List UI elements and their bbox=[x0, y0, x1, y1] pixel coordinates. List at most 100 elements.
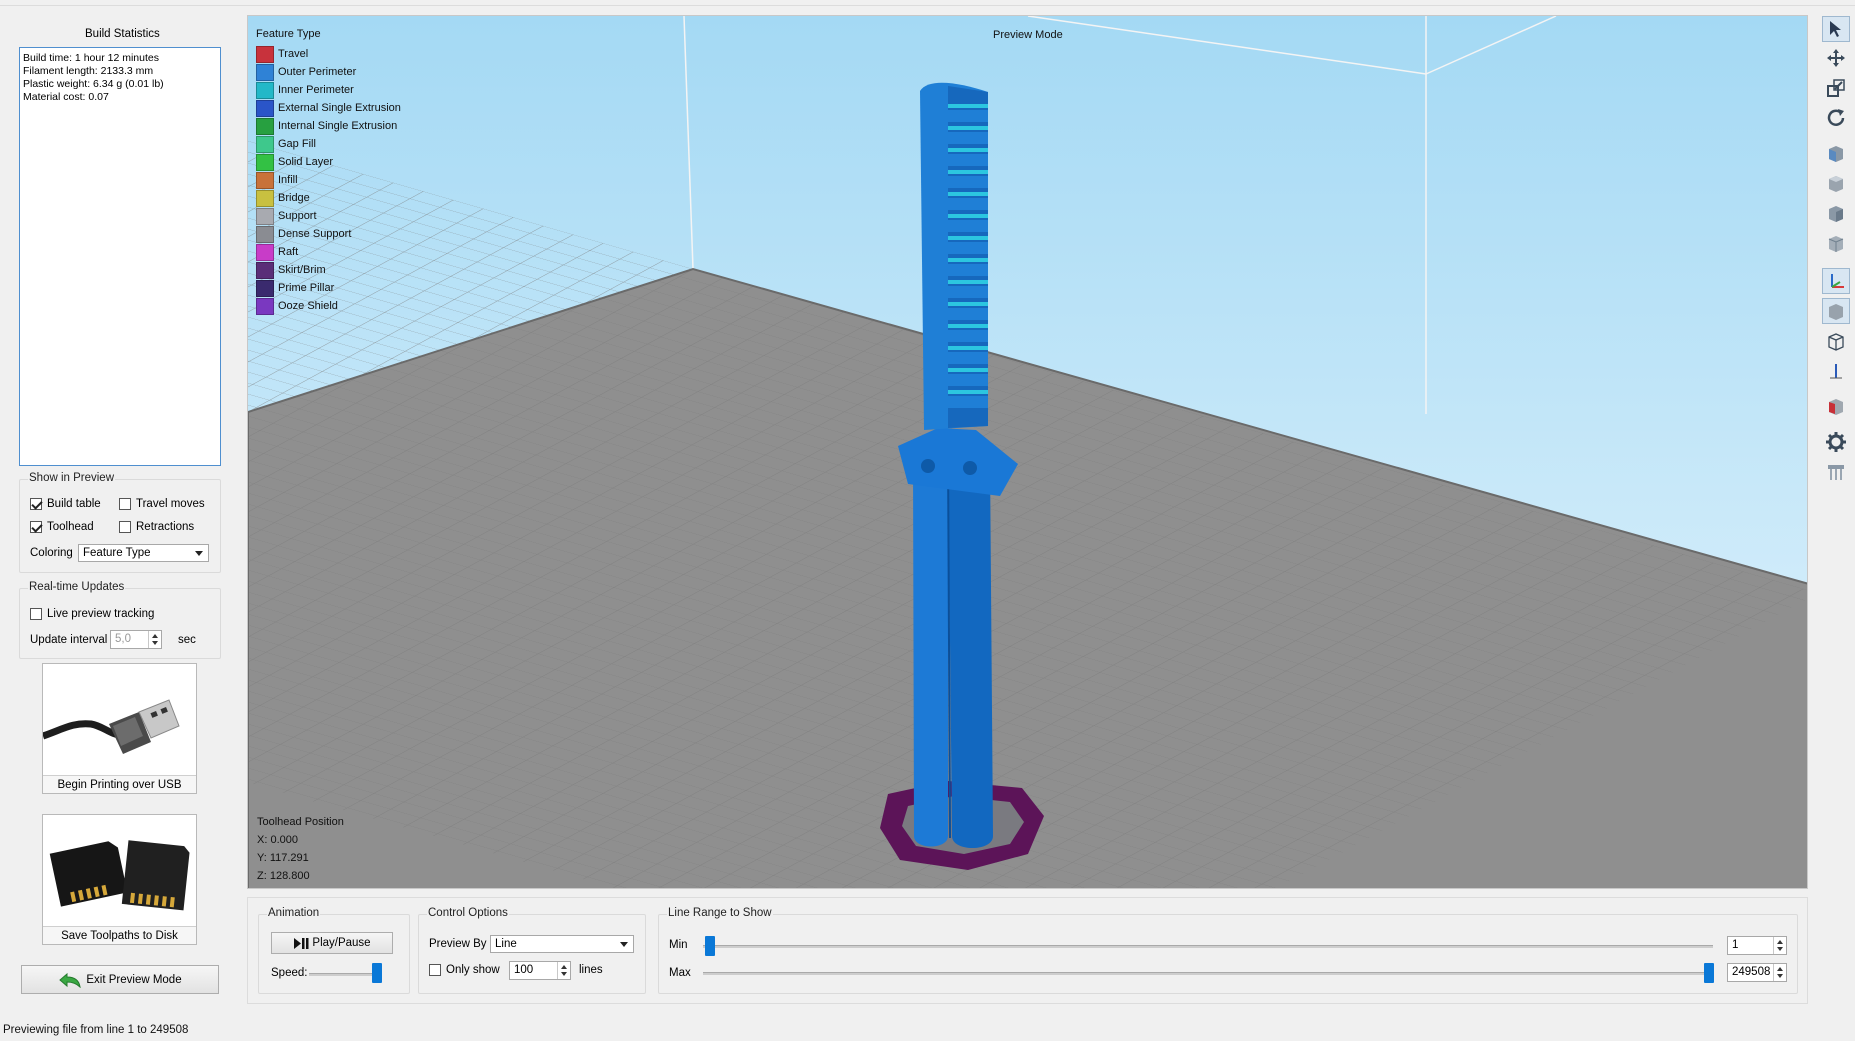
speed-slider-track[interactable] bbox=[309, 973, 379, 976]
axes-icon[interactable] bbox=[1822, 268, 1850, 294]
build-stats-title: Build Statistics bbox=[85, 28, 160, 40]
stat-plastic-weight: Plastic weight: 6.34 g (0.01 lb) bbox=[23, 78, 164, 90]
travel-moves-label: Travel moves bbox=[136, 498, 205, 510]
live-tracking-check-box[interactable] bbox=[30, 608, 42, 620]
legend-swatch bbox=[256, 45, 274, 63]
legend-label: Gap Fill bbox=[278, 138, 316, 150]
min-slider-track[interactable] bbox=[703, 945, 1713, 948]
legend-label: Inner Perimeter bbox=[278, 84, 354, 96]
line-range-group: Line Range to Show Min 1 Max 249508 bbox=[658, 907, 1798, 994]
only-show-checkbox[interactable]: Only show bbox=[429, 964, 500, 976]
rotate-icon[interactable] bbox=[1822, 105, 1850, 131]
back-arrow-icon bbox=[59, 972, 82, 988]
coloring-select[interactable]: Feature Type bbox=[78, 544, 209, 562]
legend-label: Skirt/Brim bbox=[278, 264, 326, 276]
stat-filament-length: Filament length: 2133.3 mm bbox=[23, 65, 154, 77]
usb-print-label: Begin Printing over USB bbox=[43, 775, 196, 793]
spin-arrows-icon[interactable] bbox=[148, 631, 161, 648]
section-icon[interactable] bbox=[1822, 393, 1850, 419]
toolhead-position-title: Toolhead Position bbox=[257, 816, 344, 828]
wireframe-icon[interactable] bbox=[1822, 328, 1850, 354]
play-pause-button[interactable]: Play/Pause bbox=[271, 932, 393, 954]
spin-arrows-icon[interactable] bbox=[1773, 937, 1786, 954]
save-toolpaths-button[interactable]: Save Toolpaths to Disk bbox=[42, 814, 197, 945]
lines-label: lines bbox=[579, 964, 603, 976]
legend-item: Raft bbox=[256, 243, 401, 261]
legend-swatch bbox=[256, 81, 274, 99]
legend-item: Internal Single Extrusion bbox=[256, 117, 401, 135]
travel-moves-check-box[interactable] bbox=[119, 498, 131, 510]
animation-group: Animation Play/Pause Speed: bbox=[258, 907, 410, 994]
spin-arrows-icon[interactable] bbox=[557, 962, 570, 979]
view-top-icon[interactable] bbox=[1822, 170, 1850, 196]
z-axis-icon[interactable] bbox=[1822, 358, 1850, 384]
coloring-label: Coloring bbox=[30, 547, 73, 559]
legend-label: Support bbox=[278, 210, 317, 222]
toolhead-label: Toolhead bbox=[47, 521, 94, 533]
max-slider-track[interactable] bbox=[703, 972, 1713, 975]
max-value: 249508 bbox=[1732, 966, 1771, 978]
save-toolpaths-label: Save Toolpaths to Disk bbox=[43, 926, 196, 944]
realtime-updates-title: Real-time Updates bbox=[28, 581, 126, 593]
preview-viewport[interactable]: Preview Mode Feature Type Travel Outer Pe… bbox=[247, 15, 1808, 889]
view-left-icon[interactable] bbox=[1822, 200, 1850, 226]
max-slider-handle[interactable] bbox=[1704, 963, 1714, 983]
retractions-check-box[interactable] bbox=[119, 521, 131, 533]
animation-title: Animation bbox=[267, 907, 321, 919]
solid-view-icon[interactable] bbox=[1822, 298, 1850, 324]
legend-swatch bbox=[256, 99, 274, 117]
preview-by-select[interactable]: Line bbox=[490, 935, 634, 953]
update-interval-spinbox[interactable]: 5,0 bbox=[110, 630, 162, 649]
scale-icon[interactable] bbox=[1822, 75, 1850, 101]
legend-swatch bbox=[256, 117, 274, 135]
exit-preview-button[interactable]: Exit Preview Mode bbox=[21, 965, 219, 994]
live-tracking-label: Live preview tracking bbox=[47, 608, 155, 620]
usb-print-button[interactable]: Begin Printing over USB bbox=[42, 663, 197, 794]
legend-swatch bbox=[256, 189, 274, 207]
toolhead-y: Y: 117.291 bbox=[257, 852, 309, 864]
settings-gear-icon[interactable] bbox=[1822, 429, 1850, 455]
build-stats-box[interactable]: Build time: 1 hour 12 minutes Filament l… bbox=[19, 47, 221, 466]
legend-item: Support bbox=[256, 207, 401, 225]
legend-item: Gap Fill bbox=[256, 135, 401, 153]
stat-material-cost: Material cost: 0.07 bbox=[23, 91, 109, 103]
retractions-label: Retractions bbox=[136, 521, 195, 533]
min-spinbox[interactable]: 1 bbox=[1727, 936, 1787, 955]
build-table-check-box[interactable] bbox=[30, 498, 42, 510]
legend-label: Solid Layer bbox=[278, 156, 334, 168]
toolhead-check-box[interactable] bbox=[30, 521, 42, 533]
legend-item: Dense Support bbox=[256, 225, 401, 243]
min-label: Min bbox=[669, 939, 688, 951]
legend-item: Solid Layer bbox=[256, 153, 401, 171]
update-interval-value: 5,0 bbox=[115, 633, 131, 645]
support-icon[interactable] bbox=[1822, 459, 1850, 485]
speed-slider-handle[interactable] bbox=[372, 963, 382, 983]
view-iso-icon[interactable] bbox=[1822, 230, 1850, 256]
live-tracking-checkbox[interactable]: Live preview tracking bbox=[30, 608, 154, 620]
travel-moves-checkbox[interactable]: Travel moves bbox=[119, 498, 205, 510]
legend-label: Internal Single Extrusion bbox=[278, 120, 398, 132]
toolhead-checkbox[interactable]: Toolhead bbox=[30, 521, 94, 533]
sd-card-icon bbox=[49, 840, 190, 911]
spin-arrows-icon[interactable] bbox=[1773, 964, 1786, 981]
legend-swatch bbox=[256, 297, 274, 315]
toolhead-z: Z: 128.800 bbox=[257, 870, 310, 882]
build-scene bbox=[248, 16, 1807, 888]
legend-swatch bbox=[256, 261, 274, 279]
stat-build-time: Build time: 1 hour 12 minutes bbox=[23, 52, 159, 64]
legend-swatch bbox=[256, 243, 274, 261]
show-in-preview-title: Show in Preview bbox=[28, 472, 116, 484]
only-show-check-box[interactable] bbox=[429, 964, 441, 976]
legend-swatch bbox=[256, 135, 274, 153]
legend-label: External Single Extrusion bbox=[278, 102, 401, 114]
view-front-icon[interactable] bbox=[1822, 140, 1850, 166]
legend-swatch bbox=[256, 153, 274, 171]
chevron-down-icon bbox=[620, 942, 628, 947]
build-table-checkbox[interactable]: Build table bbox=[30, 498, 101, 510]
max-spinbox[interactable]: 249508 bbox=[1727, 963, 1787, 982]
select-icon[interactable] bbox=[1822, 16, 1850, 42]
min-slider-handle[interactable] bbox=[705, 936, 715, 956]
retractions-checkbox[interactable]: Retractions bbox=[119, 521, 194, 533]
move-icon[interactable] bbox=[1822, 45, 1850, 71]
only-show-spinbox[interactable]: 100 bbox=[509, 961, 571, 980]
